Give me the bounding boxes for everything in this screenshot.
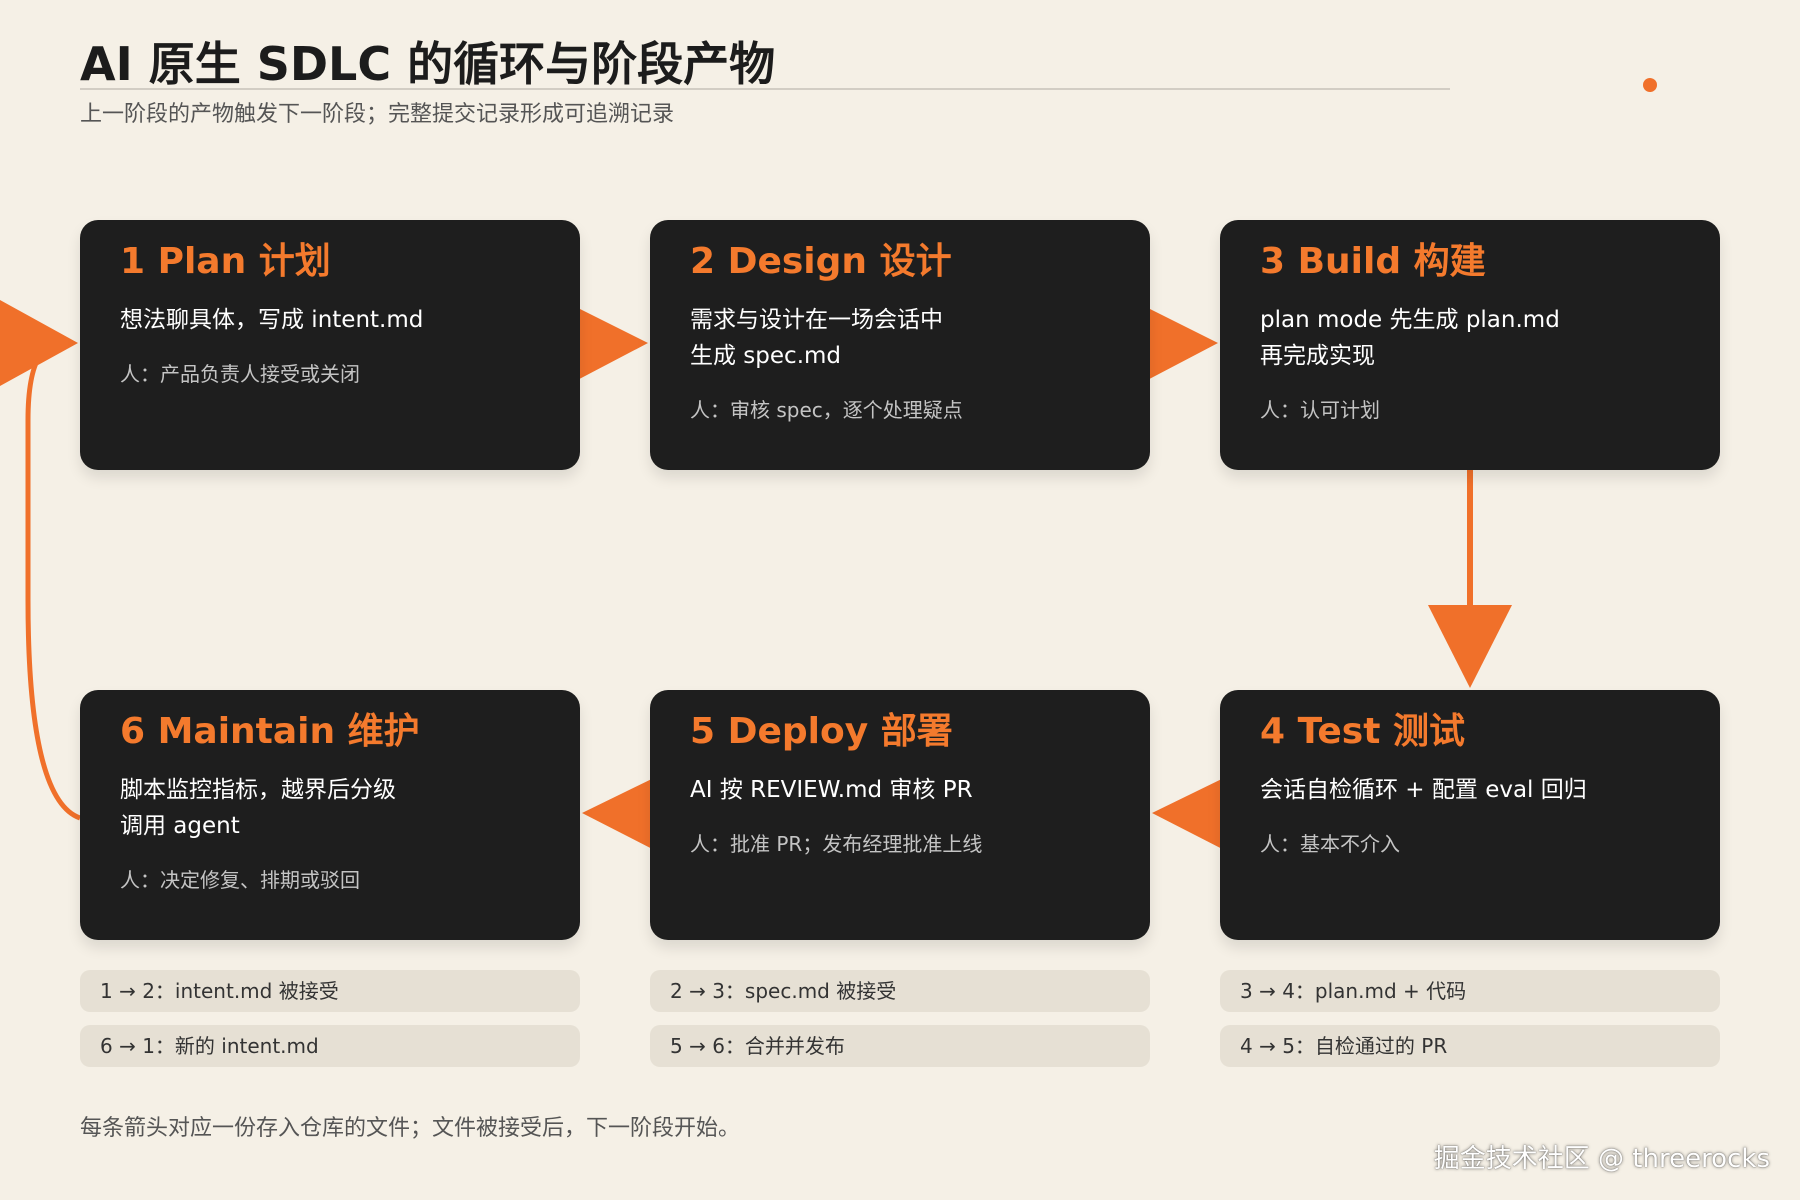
stage-human-role: 人：决定修复、排期或驳回 xyxy=(120,868,360,892)
stage-human-role: 人：基本不介入 xyxy=(1260,832,1400,856)
stage-title: 5 Deploy 部署 xyxy=(690,711,953,752)
stage-human-role: 人：批准 PR；发布经理批准上线 xyxy=(690,832,983,856)
flow-arrows xyxy=(0,300,1512,855)
stage-description: plan mode 先生成 plan.md 再完成实现 xyxy=(1260,307,1560,369)
footer-note: 每条箭头对应一份存入仓库的文件；文件被接受后，下一阶段开始。 xyxy=(80,1116,741,1141)
watermark: 掘金技术社区 @ threerocks xyxy=(1433,1144,1770,1174)
arrow-3-to-4-line xyxy=(1467,470,1473,610)
loop-arrow-line xyxy=(25,340,81,821)
stage-card-maintain: 6 Maintain 维护 脚本监控指标，越界后分级 调用 agent 人：决定… xyxy=(80,690,580,940)
transition-pill: 2 → 3：spec.md 被接受 xyxy=(650,970,1150,1012)
stage-card-test: 4 Test 测试 会话自检循环 + 配置 eval 回归 人：基本不介入 xyxy=(1220,690,1720,940)
stage-card-build: 3 Build 构建 plan mode 先生成 plan.md 再完成实现 人… xyxy=(1220,220,1720,470)
arrow-3-to-4-head xyxy=(1428,605,1512,688)
stage-human-role: 人：认可计划 xyxy=(1260,398,1380,422)
stage-human-role: 人：审核 spec，逐个处理疑点 xyxy=(690,398,963,422)
stage-card-plan: 1 Plan 计划 想法聊具体，写成 intent.md 人：产品负责人接受或关… xyxy=(80,220,580,470)
stage-title: 3 Build 构建 xyxy=(1260,241,1486,282)
transition-pill: 4 → 5：自检通过的 PR xyxy=(1220,1025,1720,1067)
stage-description: 需求与设计在一场会话中 生成 spec.md xyxy=(690,307,943,369)
transition-pill: 1 → 2：intent.md 被接受 xyxy=(80,970,580,1012)
transition-pill: 5 → 6：合并并发布 xyxy=(650,1025,1150,1067)
stage-description: AI 按 REVIEW.md 审核 PR xyxy=(690,777,973,803)
stage-description: 会话自检循环 + 配置 eval 回归 xyxy=(1260,777,1587,803)
transition-pill: 3 → 4：plan.md + 代码 xyxy=(1220,970,1720,1012)
stage-title: 6 Maintain 维护 xyxy=(120,711,420,752)
stage-description: 想法聊具体，写成 intent.md xyxy=(120,307,424,333)
stage-description: 脚本监控指标，越界后分级 调用 agent xyxy=(120,777,396,839)
stage-card-design: 2 Design 设计 需求与设计在一场会话中 生成 spec.md 人：审核 … xyxy=(650,220,1150,470)
stage-card-deploy: 5 Deploy 部署 AI 按 REVIEW.md 审核 PR 人：批准 PR… xyxy=(650,690,1150,940)
stage-title: 2 Design 设计 xyxy=(690,241,952,282)
stage-title: 4 Test 测试 xyxy=(1260,711,1465,752)
stage-human-role: 人：产品负责人接受或关闭 xyxy=(120,362,360,386)
stage-title: 1 Plan 计划 xyxy=(120,241,331,282)
loop-arrowhead xyxy=(0,300,78,386)
transition-pill: 6 → 1：新的 intent.md xyxy=(80,1025,580,1067)
